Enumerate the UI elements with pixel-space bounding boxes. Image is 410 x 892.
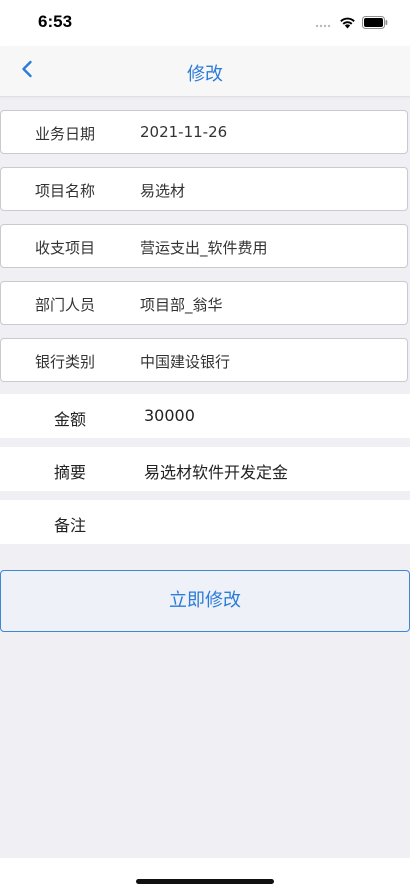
- status-icons: [315, 14, 388, 33]
- status-time: 6:53: [38, 12, 73, 31]
- amount-input[interactable]: 30000: [144, 406, 195, 425]
- summary-input[interactable]: 易选材软件开发定金: [144, 459, 288, 483]
- bank-type-row[interactable]: 银行类别 中国建设银行: [0, 338, 408, 382]
- bank-type-label: 银行类别: [35, 353, 96, 371]
- project-name-value: 易选材: [140, 182, 186, 200]
- amount-row: 金额 30000: [0, 394, 410, 438]
- home-indicator: [136, 879, 274, 884]
- remark-input[interactable]: [144, 512, 384, 532]
- summary-label: 摘要: [54, 463, 87, 482]
- income-expense-item-value: 营运支出_软件费用: [140, 239, 268, 257]
- remark-label: 备注: [54, 516, 87, 535]
- project-name-row[interactable]: 项目名称 易选材: [0, 167, 408, 211]
- remark-row: 备注: [0, 500, 410, 544]
- battery-icon: [362, 14, 388, 33]
- business-date-row[interactable]: 业务日期 2021-11-26: [0, 110, 408, 154]
- department-person-row[interactable]: 部门人员 项目部_翁华: [0, 281, 408, 325]
- business-date-label: 业务日期: [35, 125, 96, 143]
- cellular-signal-icon: [315, 14, 333, 33]
- summary-row: 摘要 易选材软件开发定金: [0, 447, 410, 491]
- amount-label: 金额: [54, 410, 87, 429]
- bottom-safe-area: [0, 858, 410, 892]
- wifi-icon: [339, 14, 356, 33]
- business-date-value: 2021-11-26: [140, 123, 228, 141]
- project-name-label: 项目名称: [35, 182, 96, 200]
- income-expense-item-row[interactable]: 收支项目 营运支出_软件费用: [0, 224, 408, 268]
- income-expense-item-label: 收支项目: [35, 239, 96, 257]
- status-bar: 6:53: [0, 0, 410, 46]
- department-person-label: 部门人员: [35, 296, 96, 314]
- page-title: 修改: [187, 64, 223, 85]
- navigation-bar: 修改: [0, 46, 410, 97]
- department-person-value: 项目部_翁华: [140, 296, 223, 314]
- bank-type-value: 中国建设银行: [140, 353, 231, 371]
- submit-modify-button[interactable]: 立即修改: [0, 570, 410, 632]
